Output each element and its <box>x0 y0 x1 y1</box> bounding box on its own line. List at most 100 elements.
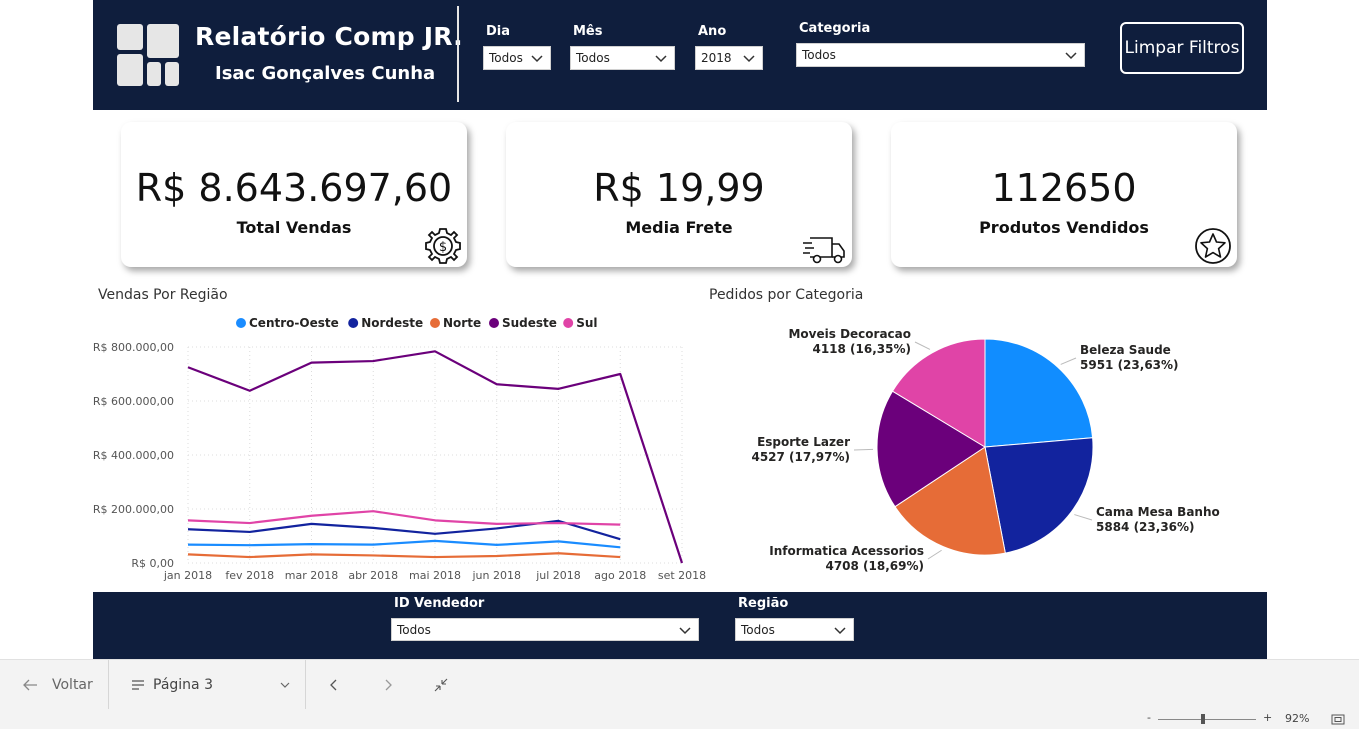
kpi-label: Media Frete <box>625 218 733 237</box>
previous-page-button[interactable] <box>329 660 343 710</box>
money-gear-icon: $ <box>425 228 461 264</box>
pie-leader-line <box>927 549 942 560</box>
filter-ano-label: Ano <box>698 24 727 39</box>
clear-filters-button[interactable]: Limpar Filtros <box>1120 22 1244 74</box>
chevron-right-icon <box>385 679 392 691</box>
kpi-value: 112650 <box>991 166 1137 210</box>
next-page-button[interactable] <box>383 660 397 710</box>
pie-slice-name: Cama Mesa Banho <box>1096 505 1220 519</box>
pie-slice-name: Esporte Lazer <box>757 435 850 449</box>
legend-marker <box>348 318 359 328</box>
legend-label: Sul <box>576 316 597 330</box>
footer-divider <box>305 660 306 710</box>
chevron-down-icon <box>1065 52 1077 60</box>
x-tick-label: mai 2018 <box>409 569 461 582</box>
series-line-norte <box>187 552 621 559</box>
pie-slice-value: 4708 (18,69%) <box>825 559 924 573</box>
filter-vendedor-value: Todos <box>397 623 431 637</box>
pie-slice <box>984 338 1094 448</box>
pie-leader-line <box>1074 514 1093 521</box>
chevron-down-icon <box>679 627 691 635</box>
chevron-down-icon <box>743 55 755 63</box>
report-canvas: Relatório Comp JR. Isac Gonçalves Cunha … <box>0 0 1359 659</box>
filter-mes-value: Todos <box>576 51 610 65</box>
kpi-value: R$ 8.643.697,60 <box>135 166 453 210</box>
x-tick-label: abr 2018 <box>348 569 398 582</box>
chevron-left-icon <box>330 679 337 691</box>
legend-label: Sudeste <box>502 316 557 330</box>
zoom-out-button[interactable]: - <box>1147 711 1151 724</box>
filter-vendedor-label: ID Vendedor <box>394 596 485 611</box>
filter-regiao-value: Todos <box>741 623 775 637</box>
back-button[interactable]: Voltar <box>22 660 93 710</box>
pie-chart-title: Pedidos por Categoria <box>709 287 864 303</box>
footer-divider <box>108 660 109 710</box>
zoom-level: 92% <box>1285 712 1310 725</box>
legend-marker <box>236 318 246 328</box>
report-author: Isac Gonçalves Cunha <box>215 63 436 84</box>
filter-ano-select[interactable]: 2018 <box>695 46 763 70</box>
legend-marker <box>489 318 499 328</box>
zoom-slider-thumb[interactable] <box>1201 714 1205 724</box>
legend-marker <box>563 318 574 328</box>
filter-categoria-label: Categoria <box>799 21 871 36</box>
pie-leader-line <box>914 341 931 350</box>
filter-mes-label: Mês <box>573 24 603 39</box>
pie-slice-value: 4118 (16,35%) <box>812 342 911 356</box>
y-tick-label: R$ 600.000,00 <box>93 395 174 408</box>
svg-text:$: $ <box>439 240 447 255</box>
filter-mes-select[interactable]: Todos <box>570 46 675 70</box>
filter-vendedor-select[interactable]: Todos <box>391 618 699 641</box>
pie-slice-name: Beleza Saude <box>1080 343 1171 357</box>
fit-page-icon[interactable] <box>1331 714 1345 725</box>
page-label: Página 3 <box>153 677 213 693</box>
y-tick-label: R$ 400.000,00 <box>93 449 174 462</box>
pie-slice-value: 5884 (23,36%) <box>1096 520 1195 534</box>
legend-label: Norte <box>443 316 481 330</box>
chevron-down-icon <box>531 55 543 63</box>
pie-slice-name: Moveis Decoracao <box>788 327 911 341</box>
collapse-icon <box>434 678 448 692</box>
report-title: Relatório Comp JR. <box>195 22 463 51</box>
filter-categoria-select[interactable]: Todos <box>796 43 1085 67</box>
pie-slice-name: Informatica Acessorios <box>769 544 924 558</box>
chevron-down-icon <box>834 627 846 635</box>
y-tick-label: R$ 200.000,00 <box>93 503 174 516</box>
zoom-in-button[interactable]: + <box>1263 711 1272 724</box>
x-tick-label: jan 2018 <box>163 569 212 582</box>
list-icon <box>132 680 144 690</box>
line-chart-title: Vendas Por Região <box>98 287 228 303</box>
kpi-card-media-frete: R$ 19,99 Media Frete <box>506 122 852 267</box>
legend-label: Centro-Oeste <box>249 316 339 330</box>
zoom-slider[interactable] <box>1158 719 1256 720</box>
header-divider <box>457 6 459 102</box>
x-tick-label: ago 2018 <box>594 569 646 582</box>
filter-regiao-label: Região <box>738 596 789 611</box>
chevron-down-icon <box>655 55 667 63</box>
kpi-card-total-vendas: R$ 8.643.697,60 Total Vendas $ <box>121 122 467 267</box>
fullscreen-toggle-button[interactable] <box>434 660 450 710</box>
report-header: Relatório Comp JR. Isac Gonçalves Cunha … <box>93 0 1267 110</box>
series-line-centro-oeste <box>187 539 621 549</box>
arrow-left-icon <box>23 679 37 691</box>
filter-dia-value: Todos <box>489 51 523 65</box>
orders-by-category-pie-chart: Beleza Saude5951 (23,63%) Cama Mesa Banho… <box>751 327 1220 573</box>
status-bar: - + 92% <box>0 709 1359 729</box>
filter-regiao-select[interactable]: Todos <box>735 618 854 641</box>
kpi-label: Total Vendas <box>236 218 352 237</box>
filter-dia-label: Dia <box>486 24 511 39</box>
star-icon <box>1195 228 1231 264</box>
back-label: Voltar <box>52 677 93 693</box>
filter-dia-select[interactable]: Todos <box>483 46 551 70</box>
filter-categoria-value: Todos <box>802 48 836 62</box>
legend-marker <box>430 318 440 328</box>
x-tick-label: fev 2018 <box>225 569 274 582</box>
delivery-truck-icon <box>803 237 845 264</box>
pie-slice-value: 4527 (17,97%) <box>751 450 850 464</box>
x-tick-label: jul 2018 <box>535 569 581 582</box>
page-selector[interactable]: Página 3 <box>131 660 291 710</box>
kpi-label: Produtos Vendidos <box>979 218 1149 237</box>
pie-leader-line <box>1060 357 1077 365</box>
page-navigation-bar: Voltar Página 3 <box>0 659 1359 710</box>
kpi-value: R$ 19,99 <box>593 166 765 210</box>
